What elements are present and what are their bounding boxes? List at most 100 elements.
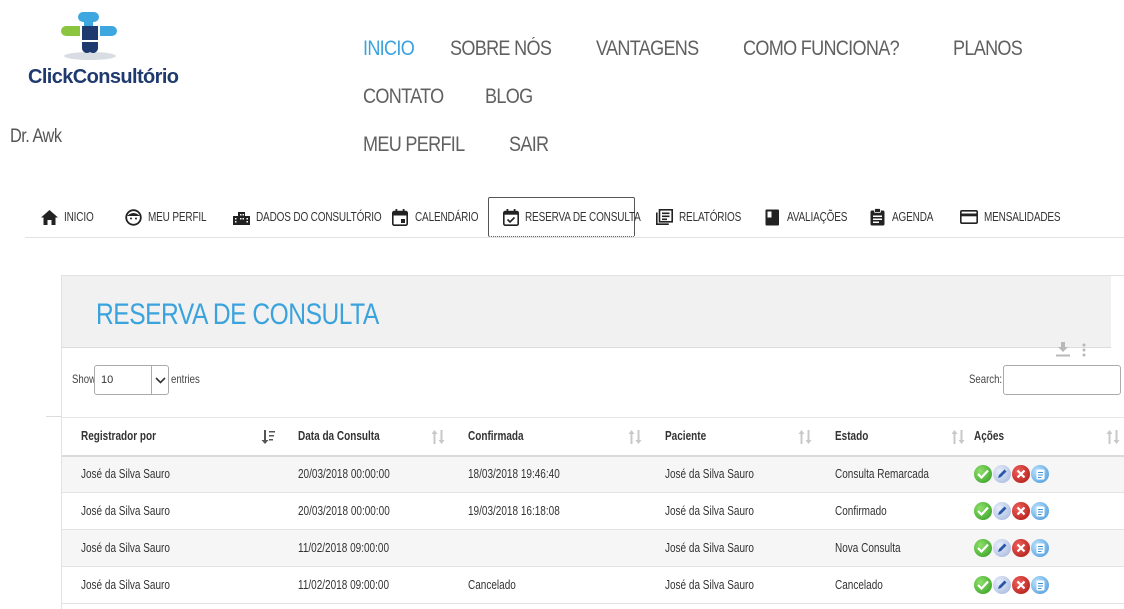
- divider: [46, 416, 62, 417]
- notes-icon[interactable]: [1031, 465, 1049, 484]
- confirm-icon[interactable]: [974, 465, 992, 484]
- column-header-acoes[interactable]: Ações: [969, 417, 1124, 457]
- tab-inicio[interactable]: INICIO: [40, 197, 101, 237]
- entries-length-select[interactable]: 10: [94, 365, 169, 395]
- tab-label: AVALIAÇÕES: [787, 210, 848, 224]
- tab-meu-perfil[interactable]: MEU PERFIL: [124, 197, 221, 237]
- edit-icon[interactable]: [993, 465, 1011, 484]
- tab-label: RELATÓRIOS: [679, 210, 742, 224]
- calendar-icon: [391, 208, 409, 226]
- reservas-table: Registrador por Data da Consulta Confirm…: [62, 417, 1124, 604]
- cell-data: 11/02/2018 09:00:00: [279, 566, 449, 604]
- notes-icon[interactable]: [1031, 576, 1049, 594]
- book-icon: [763, 208, 781, 226]
- tab-relatorios[interactable]: RELATÓRIOS: [655, 197, 757, 237]
- tab-label: MEU PERFIL: [148, 210, 207, 224]
- row-actions: [974, 502, 1124, 520]
- tab-reserva-de-consulta[interactable]: RESERVA DE CONSULTA: [488, 197, 641, 237]
- cell-acoes: [969, 566, 1124, 604]
- tab-agenda[interactable]: AGENDA: [868, 197, 944, 237]
- search-input[interactable]: [1003, 365, 1121, 395]
- search-label: Search:: [969, 372, 1003, 386]
- nav-inicio[interactable]: INICIO: [363, 30, 415, 78]
- face-icon: [124, 208, 142, 226]
- edit-icon[interactable]: [993, 539, 1011, 557]
- show-label: Show: [72, 372, 97, 386]
- chevron-down-icon: [151, 366, 168, 394]
- tab-dados-do-consultorio[interactable]: DADOS DO CONSULTÓRIO: [232, 197, 413, 237]
- cell-data: 20/03/2018 00:00:00: [279, 492, 449, 530]
- cell-acoes: [969, 455, 1124, 493]
- clipboard-icon: [868, 208, 886, 226]
- entries-label: entries: [171, 372, 200, 386]
- confirm-icon[interactable]: [974, 502, 992, 520]
- cell-confirmada: [449, 529, 646, 567]
- cell-confirmada: 19/03/2018 16:18:08: [449, 492, 646, 530]
- nav-vantagens[interactable]: VANTAGENS: [596, 30, 699, 78]
- row-actions: [974, 465, 1124, 484]
- cancel-icon[interactable]: [1012, 539, 1030, 557]
- cell-estado: Consulta Remarcada: [816, 455, 969, 493]
- table-row: José da Silva Sauro 11/02/2018 09:00:00 Jo…: [62, 529, 1124, 567]
- notes-icon[interactable]: [1031, 539, 1049, 557]
- puzzle-cross-logo-icon: [61, 12, 117, 60]
- column-header-registrador[interactable]: Registrador por: [62, 417, 279, 457]
- brand-logo[interactable]: ClickConsultório: [28, 10, 179, 92]
- column-header-estado[interactable]: Estado: [816, 417, 969, 457]
- table-row: José da Silva Sauro 20/03/2018 00:00:00 18…: [62, 455, 1124, 493]
- nav-sobre-nos[interactable]: SOBRE NÓS: [450, 30, 552, 78]
- tab-label: AGENDA: [892, 210, 934, 224]
- cell-confirmada: Cancelado: [449, 566, 646, 604]
- edit-icon[interactable]: [993, 576, 1011, 594]
- more-vertical-icon[interactable]: [1082, 343, 1086, 362]
- confirm-icon[interactable]: [974, 576, 992, 594]
- nav-blog[interactable]: BLOG: [485, 78, 533, 126]
- sort-asc-icon: [261, 430, 275, 444]
- reports-icon: [655, 208, 673, 226]
- cell-estado: Nova Consulta: [816, 529, 969, 567]
- cell-registrador: José da Silva Sauro: [62, 492, 279, 530]
- nav-contato[interactable]: CONTATO: [363, 78, 444, 126]
- sort-both-icon: [628, 430, 642, 444]
- tab-calendario[interactable]: CALENDÁRIO: [391, 197, 494, 237]
- tab-avaliacoes[interactable]: AVALIAÇÕES: [763, 197, 862, 237]
- panel-title: RESERVA DE CONSULTA: [96, 298, 379, 331]
- cell-estado: Confirmado: [816, 492, 969, 530]
- tab-label: RESERVA DE CONSULTA: [525, 210, 641, 224]
- cell-acoes: [969, 529, 1124, 567]
- tab-mensalidades[interactable]: MENSALIDADES: [960, 197, 1080, 237]
- edit-icon[interactable]: [993, 502, 1011, 520]
- column-header-confirmada[interactable]: Confirmada: [449, 417, 646, 457]
- cell-paciente: José da Silva Sauro: [646, 455, 816, 493]
- cancel-icon[interactable]: [1012, 576, 1030, 594]
- cell-acoes: [969, 492, 1124, 530]
- cancel-icon[interactable]: [1012, 465, 1030, 484]
- nav-como-funciona[interactable]: COMO FUNCIONA?: [743, 30, 900, 78]
- table-row: José da Silva Sauro 20/03/2018 00:00:00 19…: [62, 492, 1124, 530]
- cell-registrador: José da Silva Sauro: [62, 566, 279, 604]
- cancel-icon[interactable]: [1012, 502, 1030, 520]
- user-name: Dr. Awk: [10, 126, 62, 147]
- entries-length-value: 10: [101, 374, 114, 386]
- main-nav: INICIO SOBRE NÓS VANTAGENS COMO FUNCIONA…: [363, 30, 1103, 174]
- calendar-check-icon: [503, 208, 519, 226]
- column-header-data[interactable]: Data da Consulta: [279, 417, 449, 457]
- cell-data: 11/02/2018 09:00:00: [279, 529, 449, 567]
- download-icon[interactable]: [1056, 342, 1070, 362]
- cell-confirmada: 18/03/2018 19:46:40: [449, 455, 646, 493]
- panel-header: RESERVA DE CONSULTA: [62, 276, 1111, 348]
- notes-icon[interactable]: [1031, 502, 1049, 520]
- nav-planos[interactable]: PLANOS: [953, 30, 1023, 78]
- brand-name: ClickConsultório: [28, 66, 179, 88]
- nav-meu-perfil[interactable]: MEU PERFIL: [363, 126, 465, 174]
- cell-paciente: José da Silva Sauro: [646, 529, 816, 567]
- sort-both-icon: [951, 430, 965, 444]
- column-header-paciente[interactable]: Paciente: [646, 417, 816, 457]
- confirm-icon[interactable]: [974, 539, 992, 557]
- cell-paciente: José da Silva Sauro: [646, 566, 816, 604]
- sort-both-icon: [1106, 430, 1120, 444]
- row-actions: [974, 576, 1124, 594]
- cell-registrador: José da Silva Sauro: [62, 455, 279, 493]
- nav-sair[interactable]: SAIR: [509, 126, 549, 174]
- tab-label: CALENDÁRIO: [415, 210, 479, 224]
